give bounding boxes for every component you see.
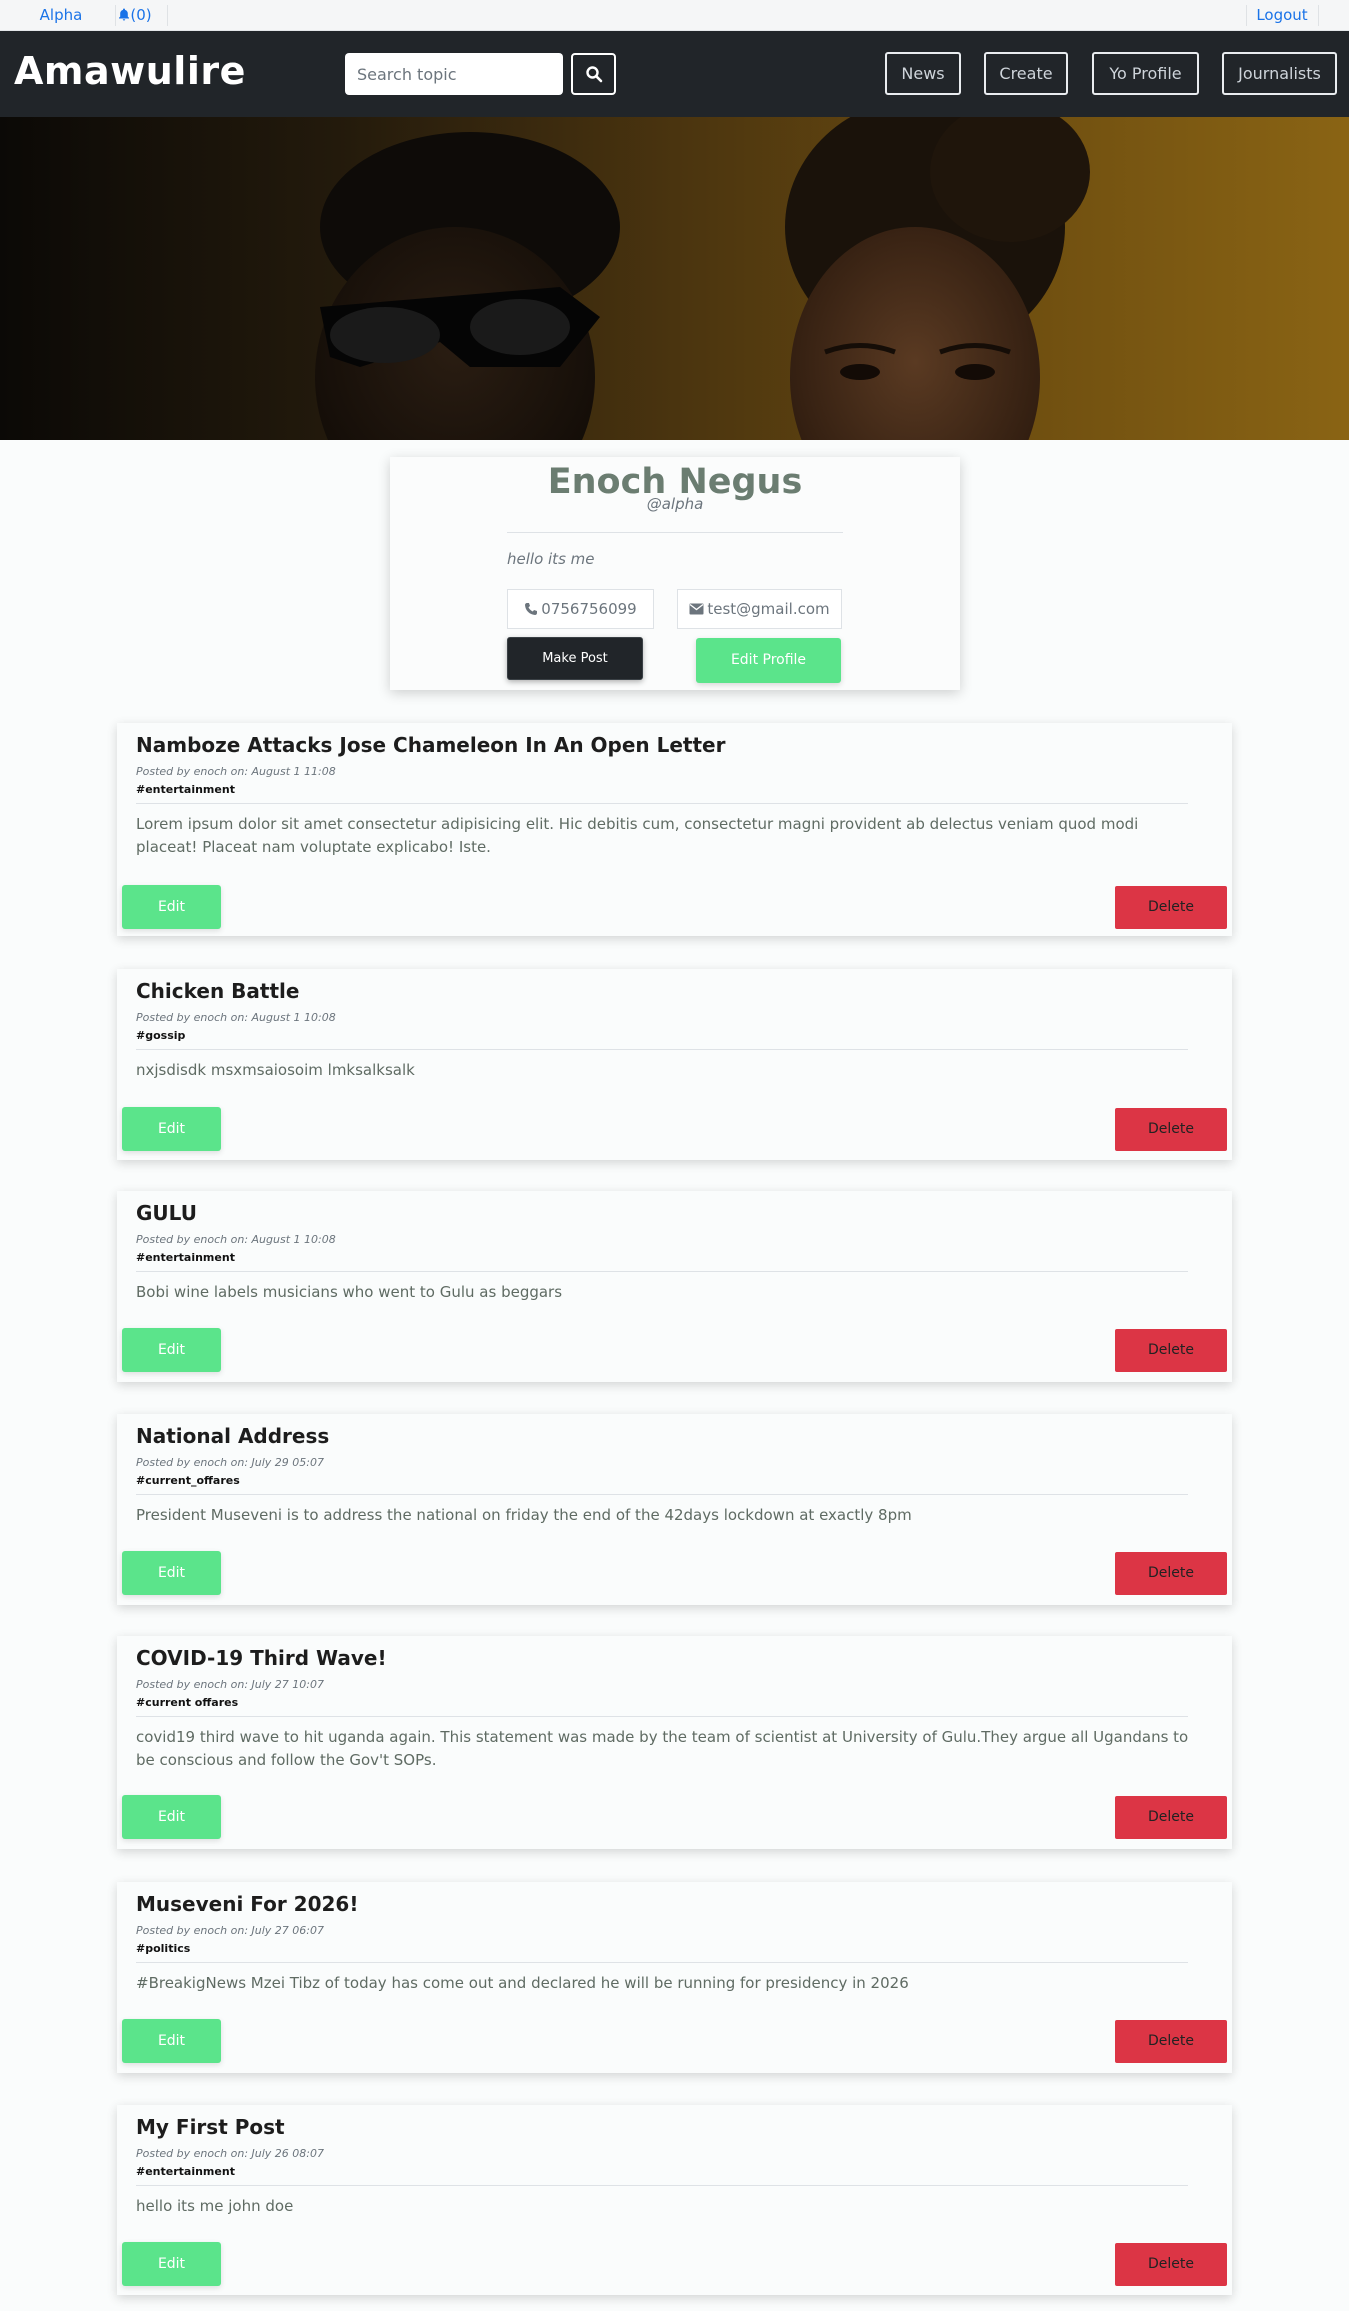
post-body: covid19 third wave to hit uganda again. … (136, 1728, 1189, 1769)
post-title[interactable]: National Address (136, 1424, 329, 1448)
cover-photo (315, 117, 1090, 440)
post-card: Museveni For 2026! Posted by enoch on: J… (117, 1882, 1232, 2073)
divider (167, 5, 168, 26)
delete-post-button[interactable]: Delete (1115, 1329, 1227, 1372)
post-tag[interactable]: #entertainment (136, 783, 235, 796)
search-icon (585, 66, 602, 83)
post-tag[interactable]: #entertainment (136, 2165, 235, 2178)
divider (507, 532, 843, 533)
delete-post-button[interactable]: Delete (1115, 2243, 1227, 2286)
post-card: Chicken Battle Posted by enoch on: Augus… (117, 969, 1232, 1160)
post-tag[interactable]: #current offares (136, 1696, 238, 1709)
edit-post-button[interactable]: Edit (122, 2019, 221, 2063)
post-meta: Posted by enoch on: August 1 11:08 (136, 765, 336, 778)
profile-cover-image (0, 117, 1349, 440)
search-button[interactable] (571, 53, 616, 95)
delete-post-button[interactable]: Delete (1115, 886, 1227, 929)
edit-post-button[interactable]: Edit (122, 1795, 221, 1839)
post-meta: Posted by enoch on: August 1 10:08 (136, 1011, 336, 1024)
edit-profile-button[interactable]: Edit Profile (696, 638, 841, 683)
edit-post-button[interactable]: Edit (122, 1551, 221, 1595)
post-tag[interactable]: #politics (136, 1942, 190, 1955)
post-card: Namboze Attacks Jose Chameleon In An Ope… (117, 723, 1232, 936)
navbar: Amawulire News Create Yo Profile Journal… (0, 31, 1349, 117)
post-meta: Posted by enoch on: July 29 05:07 (136, 1456, 325, 1469)
divider (136, 2185, 1188, 2186)
profile-card: Enoch Negus @alpha hello its me 07567560… (390, 457, 960, 690)
post-card: National Address Posted by enoch on: Jul… (117, 1414, 1232, 1605)
post-body: hello its me john doe (136, 2197, 294, 2215)
post-body: President Museveni is to address the nat… (136, 1506, 912, 1524)
post-meta: Posted by enoch on: July 27 10:07 (136, 1678, 325, 1691)
divider (1246, 5, 1247, 26)
post-title[interactable]: Chicken Battle (136, 979, 299, 1003)
notifications-link[interactable]: (0) (116, 0, 154, 31)
nav-news-button[interactable]: News (885, 52, 961, 95)
search-input[interactable] (345, 53, 563, 95)
nav-create-button[interactable]: Create (984, 52, 1068, 95)
post-body: nxjsdisdk msxmsaiosoim lmksalksalk (136, 1061, 415, 1079)
post-card: COVID-19 Third Wave! Posted by enoch on:… (117, 1636, 1232, 1849)
post-meta: Posted by enoch on: August 1 10:08 (136, 1233, 336, 1246)
phone-number: 0756756099 (541, 600, 637, 618)
edit-post-button[interactable]: Edit (122, 885, 221, 929)
post-title[interactable]: GULU (136, 1201, 197, 1225)
phone-contact: 0756756099 (507, 589, 654, 629)
divider (136, 1962, 1188, 1963)
post-tag[interactable]: #gossip (136, 1029, 185, 1042)
post-card: My First Post Posted by enoch on: July 2… (117, 2105, 1232, 2295)
divider (136, 1049, 1188, 1050)
logout-link[interactable]: Logout (1250, 0, 1314, 31)
nav-profile-button[interactable]: Yo Profile (1092, 52, 1199, 95)
post-title[interactable]: My First Post (136, 2115, 285, 2139)
post-body: Bobi wine labels musicians who went to G… (136, 1283, 563, 1301)
edit-post-button[interactable]: Edit (122, 1328, 221, 1372)
brand-logo[interactable]: Amawulire (14, 49, 246, 93)
make-post-button[interactable]: Make Post (507, 637, 643, 680)
delete-post-button[interactable]: Delete (1115, 1796, 1227, 1839)
notifications-count: (0) (130, 6, 152, 24)
delete-post-button[interactable]: Delete (1115, 1108, 1227, 1151)
nav-journalists-button[interactable]: Journalists (1222, 52, 1337, 95)
post-meta: Posted by enoch on: July 27 06:07 (136, 1924, 325, 1937)
bell-icon (119, 8, 130, 21)
divider (136, 1271, 1188, 1272)
profile-bio: hello its me (507, 550, 595, 568)
divider (136, 803, 1188, 804)
divider (1318, 5, 1319, 26)
edit-post-button[interactable]: Edit (122, 1107, 221, 1151)
post-title[interactable]: Namboze Attacks Jose Chameleon In An Ope… (136, 733, 725, 757)
envelope-icon (689, 603, 704, 615)
top-utility-bar: Alpha (0) Logout (0, 0, 1349, 31)
divider (136, 1494, 1188, 1495)
post-meta: Posted by enoch on: July 26 08:07 (136, 2147, 325, 2160)
post-title[interactable]: COVID-19 Third Wave! (136, 1646, 387, 1670)
post-body: #BreakigNews Mzei Tibz of today has come… (136, 1974, 909, 1992)
post-title[interactable]: Museveni For 2026! (136, 1892, 358, 1916)
email-address: test@gmail.com (707, 600, 830, 618)
delete-post-button[interactable]: Delete (1115, 2020, 1227, 2063)
post-body: Lorem ipsum dolor sit amet consectetur a… (136, 815, 1139, 856)
post-tag[interactable]: #entertainment (136, 1251, 235, 1264)
email-contact: test@gmail.com (677, 589, 842, 629)
divider (136, 1716, 1188, 1717)
post-tag[interactable]: #current_offares (136, 1474, 240, 1487)
phone-icon (525, 603, 538, 615)
post-card: GULU Posted by enoch on: August 1 10:08 … (117, 1191, 1232, 1382)
user-link[interactable]: Alpha (36, 0, 86, 31)
profile-handle: @alpha (646, 495, 704, 513)
edit-post-button[interactable]: Edit (122, 2242, 221, 2286)
delete-post-button[interactable]: Delete (1115, 1552, 1227, 1595)
